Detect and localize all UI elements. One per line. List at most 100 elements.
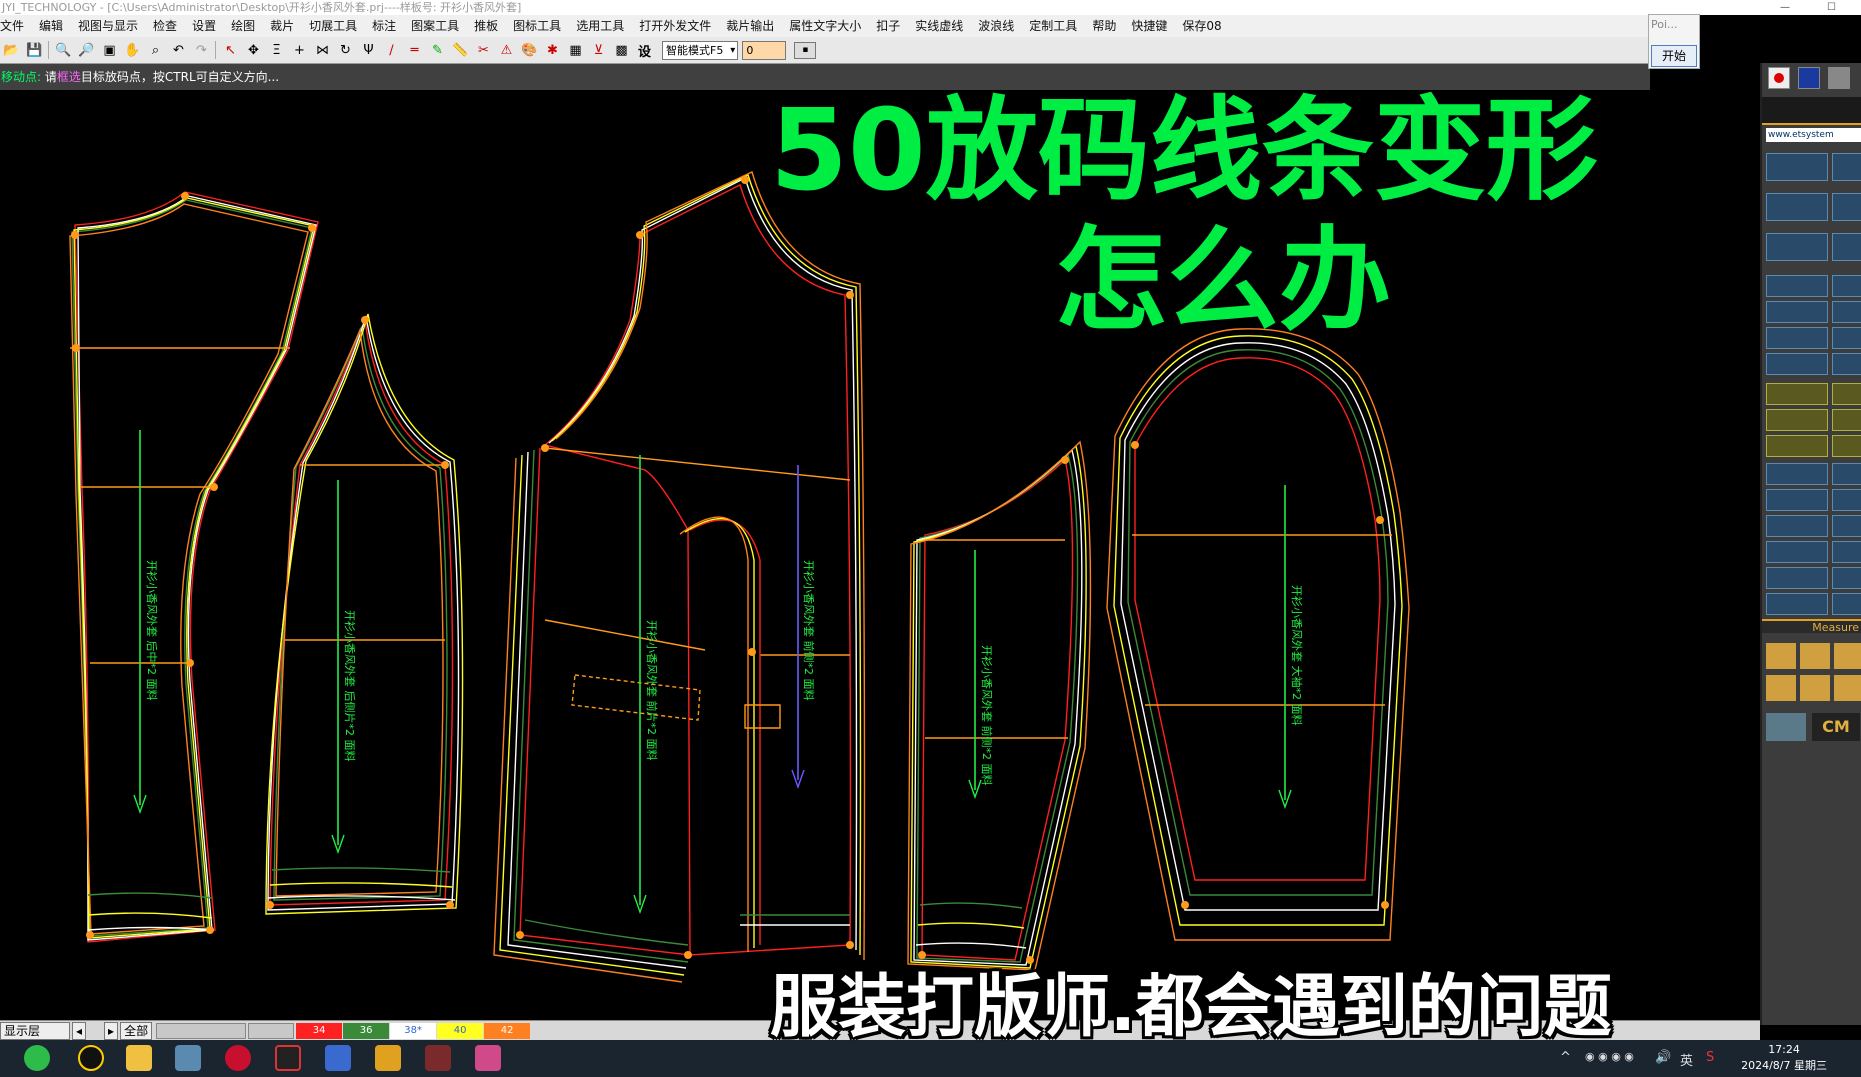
- qq-icon[interactable]: [78, 1045, 104, 1071]
- cut-icon[interactable]: ✂: [474, 41, 493, 60]
- parallel-icon[interactable]: ═: [405, 41, 424, 60]
- zoom-out-icon[interactable]: 🔍: [54, 41, 73, 60]
- sogou-icon[interactable]: S: [1706, 1050, 1714, 1065]
- toolbar-small-button[interactable]: ▪: [794, 41, 817, 59]
- align-icon[interactable]: Ξ: [267, 41, 286, 60]
- notepad-icon[interactable]: [175, 1045, 201, 1071]
- measure-tool-2[interactable]: [1800, 643, 1830, 669]
- size-chip[interactable]: 42: [484, 1022, 531, 1039]
- menu-item[interactable]: 实线虚线: [915, 19, 963, 33]
- record-icon[interactable]: [1768, 67, 1790, 89]
- menu-item[interactable]: 裁片输出: [726, 19, 774, 33]
- size-chip[interactable]: 36: [343, 1022, 390, 1039]
- grid-icon[interactable]: ▩: [612, 41, 631, 60]
- speaker-icon[interactable]: 🔊: [1655, 1050, 1671, 1065]
- add-icon[interactable]: +: [290, 41, 309, 60]
- layer-prev-button[interactable]: ◂: [72, 1021, 87, 1040]
- redo-icon[interactable]: ↷: [192, 41, 211, 60]
- pattern-app-icon[interactable]: [375, 1045, 401, 1071]
- menu-item[interactable]: 推板: [474, 19, 498, 33]
- panel-tool-15[interactable]: [1766, 383, 1828, 405]
- line-icon[interactable]: ∕: [382, 41, 401, 60]
- menu-item[interactable]: 选用工具: [576, 19, 624, 33]
- panel-tool-23[interactable]: [1766, 489, 1828, 511]
- image-app-icon[interactable]: [475, 1045, 501, 1071]
- menu-item[interactable]: 定制工具: [1029, 19, 1077, 33]
- menu-item[interactable]: 编辑: [39, 19, 63, 33]
- paint-icon[interactable]: [325, 1045, 351, 1071]
- panel-tool-7[interactable]: [1766, 275, 1828, 297]
- zoom-window-icon[interactable]: ⌕: [146, 41, 165, 60]
- panel-tool-22[interactable]: [1832, 463, 1861, 485]
- measure-tool-3[interactable]: [1834, 643, 1861, 669]
- flip-icon[interactable]: ▦: [566, 41, 585, 60]
- panel-tool-29[interactable]: [1766, 567, 1828, 589]
- layer-next-button[interactable]: ▸: [104, 1021, 119, 1040]
- panel-tool-21[interactable]: [1766, 463, 1828, 485]
- panel-tool-17[interactable]: [1766, 409, 1828, 431]
- system-clock[interactable]: 17:24 2024/8/7 星期三: [1741, 1042, 1827, 1074]
- pan-hand-icon[interactable]: ✋: [123, 41, 142, 60]
- settings-icon[interactable]: 设: [635, 41, 654, 60]
- ime-indicator[interactable]: 英: [1680, 1050, 1693, 1069]
- design-app-icon[interactable]: [425, 1045, 451, 1071]
- size-chip[interactable]: 34: [296, 1022, 343, 1039]
- panel-tool-18[interactable]: [1832, 409, 1861, 431]
- menu-item[interactable]: 帮助: [1092, 19, 1116, 33]
- size-chip[interactable]: 40: [437, 1022, 484, 1039]
- pattern-canvas[interactable]: 开衫小香风外套 后中*2 面料 开衫小香风外套 后侧片*2 面料 开衫小香风外套…: [0, 90, 1760, 1020]
- tray-up-icon[interactable]: ^: [1560, 1050, 1571, 1065]
- color-icon[interactable]: 🎨: [520, 41, 539, 60]
- recorder-icon[interactable]: [225, 1045, 251, 1071]
- fit-icon[interactable]: ▣: [100, 41, 119, 60]
- notch-icon[interactable]: ⊻: [589, 41, 608, 60]
- panel-tool-10[interactable]: [1832, 301, 1861, 323]
- panel-tool-8[interactable]: [1832, 275, 1861, 297]
- tray-icons[interactable]: ◉ ◉ ◉ ◉: [1585, 1050, 1634, 1063]
- menu-item[interactable]: 图案工具: [411, 19, 459, 33]
- measure-tool-5[interactable]: [1800, 675, 1830, 701]
- panel-tool-14[interactable]: [1832, 353, 1861, 375]
- menu-item[interactable]: 文件: [0, 19, 24, 33]
- menu-item[interactable]: 裁片: [270, 19, 294, 33]
- panel-tool-26[interactable]: [1832, 515, 1861, 537]
- mirror-icon[interactable]: Ψ: [359, 41, 378, 60]
- panel-tool-32[interactable]: [1832, 593, 1861, 615]
- ruler-icon[interactable]: 📏: [451, 41, 470, 60]
- measure-tool-1[interactable]: [1766, 643, 1796, 669]
- cad-icon[interactable]: [275, 1045, 301, 1071]
- measure-tool-4[interactable]: [1766, 675, 1796, 701]
- panel-tool-25[interactable]: [1766, 515, 1828, 537]
- pencil-icon[interactable]: ✎: [428, 41, 447, 60]
- select-arrow-icon[interactable]: ↖: [221, 41, 240, 60]
- snap-toggle[interactable]: [1766, 713, 1806, 741]
- panel-tool-12[interactable]: [1832, 327, 1861, 349]
- menu-item[interactable]: 打开外发文件: [639, 19, 711, 33]
- panel-tool-11[interactable]: [1766, 327, 1828, 349]
- menu-item[interactable]: 快捷键: [1131, 19, 1167, 33]
- menu-item[interactable]: 扣子: [876, 19, 900, 33]
- menu-item[interactable]: 检查: [153, 19, 177, 33]
- panel-tool-20[interactable]: [1832, 435, 1861, 457]
- size-chip[interactable]: 38*: [390, 1022, 437, 1039]
- menu-item[interactable]: 波浪线: [978, 19, 1014, 33]
- zoom-in-icon[interactable]: 🔎: [77, 41, 96, 60]
- layer-all[interactable]: 全部: [120, 1021, 153, 1040]
- menu-item[interactable]: 标注: [372, 19, 396, 33]
- menu-item[interactable]: 图标工具: [513, 19, 561, 33]
- panel-tool-31[interactable]: [1766, 593, 1828, 615]
- mark-icon[interactable]: ⚠: [497, 41, 516, 60]
- move-points-icon[interactable]: ✥: [244, 41, 263, 60]
- save-icon[interactable]: 💾: [25, 41, 44, 60]
- pattern-drawing[interactable]: 开衫小香风外套 后中*2 面料 开衫小香风外套 后侧片*2 面料 开衫小香风外套…: [0, 90, 1760, 1020]
- menu-item[interactable]: 切展工具: [309, 19, 357, 33]
- panel-tool-6[interactable]: [1832, 233, 1861, 261]
- panel-tool-4[interactable]: [1832, 193, 1861, 221]
- value-input[interactable]: 0: [742, 40, 787, 60]
- menu-item[interactable]: 设置: [192, 19, 216, 33]
- menu-item[interactable]: 视图与显示: [78, 19, 138, 33]
- panel-tool-27[interactable]: [1766, 541, 1828, 563]
- menu-item[interactable]: 保存08: [1182, 19, 1221, 33]
- menu-item[interactable]: 绘图: [231, 19, 255, 33]
- chart-icon[interactable]: [1798, 67, 1820, 89]
